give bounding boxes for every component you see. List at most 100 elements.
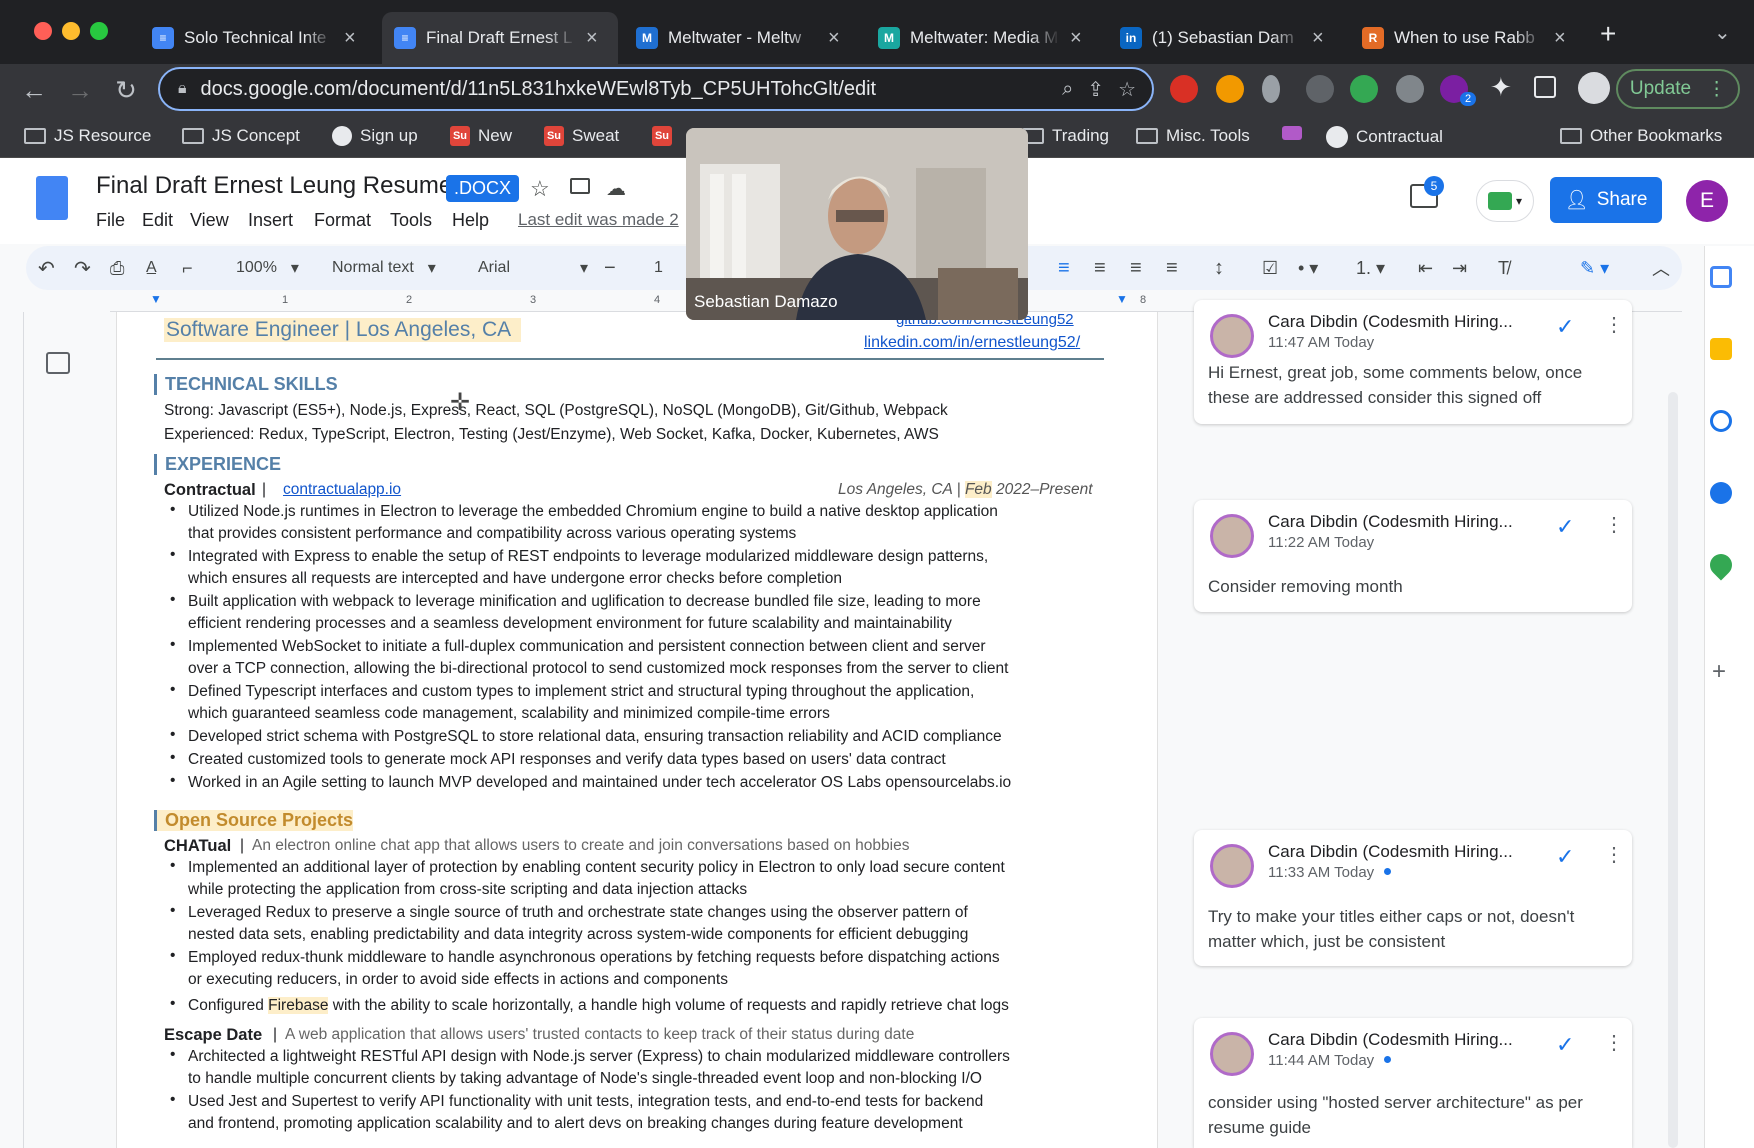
more-vert-icon[interactable]: ⋮	[1604, 512, 1624, 537]
resolve-check-icon[interactable]: ✓	[1556, 314, 1574, 340]
profile-avatar-icon[interactable]	[1578, 72, 1610, 104]
zoom-icon[interactable]: ⌕	[1062, 78, 1073, 101]
tab-search-chevron-icon[interactable]: ⌄	[1714, 20, 1731, 45]
bookmark-link[interactable]: Contractual	[1326, 126, 1443, 148]
star-icon[interactable]: ☆	[530, 176, 550, 202]
bookmark-link[interactable]: Su	[652, 126, 672, 146]
resolve-check-icon[interactable]: ✓	[1556, 514, 1574, 540]
zoom-select[interactable]: 100% ▾	[236, 254, 299, 282]
bookmark-link[interactable]: Su New	[450, 126, 512, 146]
close-tab-icon[interactable]: ×	[828, 27, 840, 50]
browser-tab[interactable]: M Meltwater - Meltw ×	[624, 12, 860, 64]
extensions-puzzle-icon[interactable]: ✦	[1490, 72, 1512, 103]
side-panel-icon[interactable]	[1534, 76, 1556, 98]
bookmark-star-icon[interactable]: ☆	[1118, 77, 1136, 102]
align-right-icon[interactable]: ≡	[1130, 254, 1142, 282]
calendar-icon[interactable]	[1710, 266, 1732, 288]
docs-logo-icon[interactable]	[36, 176, 68, 220]
menu-edit[interactable]: Edit	[142, 210, 173, 231]
indent-marker-icon[interactable]: ▼	[150, 292, 162, 306]
extension-gray-icon[interactable]	[1262, 75, 1280, 103]
increase-indent-icon[interactable]: ⇥	[1452, 254, 1467, 282]
redo-icon[interactable]: ↷	[74, 254, 91, 282]
spellcheck-icon[interactable]: A̲	[146, 254, 157, 282]
keep-icon[interactable]	[1710, 338, 1732, 360]
meet-button[interactable]: ▾	[1476, 180, 1534, 222]
bookmark-folder[interactable]: JS Resource	[24, 126, 151, 146]
bookmark-link[interactable]: Sign up	[332, 126, 418, 146]
bookmark-folder[interactable]: Other Bookmarks	[1560, 126, 1722, 146]
menu-tools[interactable]: Tools	[390, 210, 432, 231]
last-edit-link[interactable]: Last edit was made 2	[518, 210, 679, 230]
bulleted-list-icon[interactable]: • ▾	[1298, 254, 1318, 282]
update-button[interactable]: Update ⋮	[1616, 69, 1740, 109]
extension-red-icon[interactable]	[1170, 75, 1198, 103]
close-window-icon[interactable]	[34, 22, 52, 40]
checklist-icon[interactable]: ☑	[1262, 254, 1278, 282]
editing-mode-icon[interactable]: ✎ ▾	[1580, 254, 1609, 282]
menu-view[interactable]: View	[190, 210, 229, 231]
paint-format-icon[interactable]: ⌐	[182, 254, 193, 282]
maximize-window-icon[interactable]	[90, 22, 108, 40]
comment-card[interactable]: Cara Dibdin (Codesmith Hiring... 11:47 A…	[1194, 300, 1632, 424]
linkedin-link[interactable]: linkedin.com/in/ernestleung52/	[864, 334, 1080, 352]
comment-card[interactable]: Cara Dibdin (Codesmith Hiring... 11:44 A…	[1194, 1018, 1632, 1148]
comment-card[interactable]: Cara Dibdin (Codesmith Hiring... 11:33 A…	[1194, 830, 1632, 966]
more-vert-icon[interactable]: ⋮	[1604, 842, 1624, 867]
style-select[interactable]: Normal text ▾	[332, 254, 436, 282]
more-vert-icon[interactable]: ⋮	[1604, 312, 1624, 337]
browser-tab[interactable]: in (1) Sebastian Dam ×	[1108, 12, 1344, 64]
bookmark-folder[interactable]: JS Concept	[182, 126, 300, 146]
clear-formatting-icon[interactable]: T̸	[1498, 254, 1509, 282]
cloud-status-icon[interactable]: ☁	[606, 176, 626, 201]
back-icon[interactable]: ←	[16, 72, 52, 108]
right-indent-marker-icon[interactable]: ▼	[1116, 292, 1128, 306]
extension-circle-icon[interactable]	[1396, 75, 1424, 103]
browser-tab[interactable]: M Meltwater: Media M ×	[866, 12, 1102, 64]
browser-tab[interactable]: R When to use Rabb ×	[1350, 12, 1586, 64]
forward-icon[interactable]: →	[62, 72, 98, 108]
collapse-menus-icon[interactable]: ︿	[1652, 254, 1670, 282]
document-title[interactable]: Final Draft Ernest Leung Resume	[96, 172, 452, 200]
font-size-value[interactable]: 1	[654, 254, 663, 282]
tasks-icon[interactable]	[1710, 410, 1732, 432]
decrease-indent-icon[interactable]: ⇤	[1418, 254, 1433, 282]
menu-help[interactable]: Help	[452, 210, 489, 231]
bookmark-folder[interactable]: Trading	[1022, 126, 1109, 146]
move-folder-icon[interactable]	[570, 178, 590, 194]
add-addon-icon[interactable]: +	[1712, 658, 1726, 686]
comment-card[interactable]: Cara Dibdin (Codesmith Hiring... 11:22 A…	[1194, 500, 1632, 612]
menu-format[interactable]: Format	[314, 210, 371, 231]
close-tab-icon[interactable]: ×	[1312, 27, 1324, 50]
company-link[interactable]: contractualapp.io	[283, 481, 401, 499]
extension-green-icon[interactable]	[1350, 75, 1378, 103]
close-tab-icon[interactable]: ×	[1554, 27, 1566, 50]
resolve-check-icon[interactable]: ✓	[1556, 1032, 1574, 1058]
reload-icon[interactable]: ↻	[108, 72, 144, 108]
align-center-icon[interactable]: ≡	[1094, 254, 1106, 282]
menu-file[interactable]: File	[96, 210, 125, 231]
minimize-window-icon[interactable]	[62, 22, 80, 40]
bookmark-link[interactable]: Su Sweat	[544, 126, 619, 146]
print-icon[interactable]: ⎙	[110, 254, 124, 282]
account-avatar[interactable]: E	[1686, 180, 1728, 222]
align-left-icon[interactable]: ≡	[1058, 254, 1070, 282]
bookmark-folder[interactable]: Misc. Tools	[1136, 126, 1250, 146]
extension-atom-icon[interactable]	[1306, 75, 1334, 103]
share-page-icon[interactable]: ⇪	[1087, 77, 1104, 102]
menu-insert[interactable]: Insert	[248, 210, 293, 231]
contacts-icon[interactable]	[1710, 482, 1732, 504]
font-select[interactable]: Arial ▾	[478, 254, 588, 282]
line-spacing-icon[interactable]: ↕	[1214, 254, 1224, 282]
document-outline-icon[interactable]	[46, 352, 70, 374]
new-tab-icon[interactable]: +	[1600, 18, 1616, 50]
share-button[interactable]: 👤︎ Share	[1550, 177, 1662, 223]
address-bar[interactable]: 🔒︎ docs.google.com/document/d/11n5L831hx…	[158, 67, 1154, 111]
close-tab-icon[interactable]: ×	[586, 27, 598, 50]
resolve-check-icon[interactable]: ✓	[1556, 844, 1574, 870]
browser-tab-active[interactable]: ≡ Final Draft Ernest L ×	[382, 12, 618, 64]
comments-scrollbar[interactable]	[1668, 392, 1678, 1148]
decrease-font-size-icon[interactable]: −	[604, 254, 616, 282]
justify-icon[interactable]: ≡	[1166, 254, 1178, 282]
more-vert-icon[interactable]: ⋮	[1604, 1030, 1624, 1055]
